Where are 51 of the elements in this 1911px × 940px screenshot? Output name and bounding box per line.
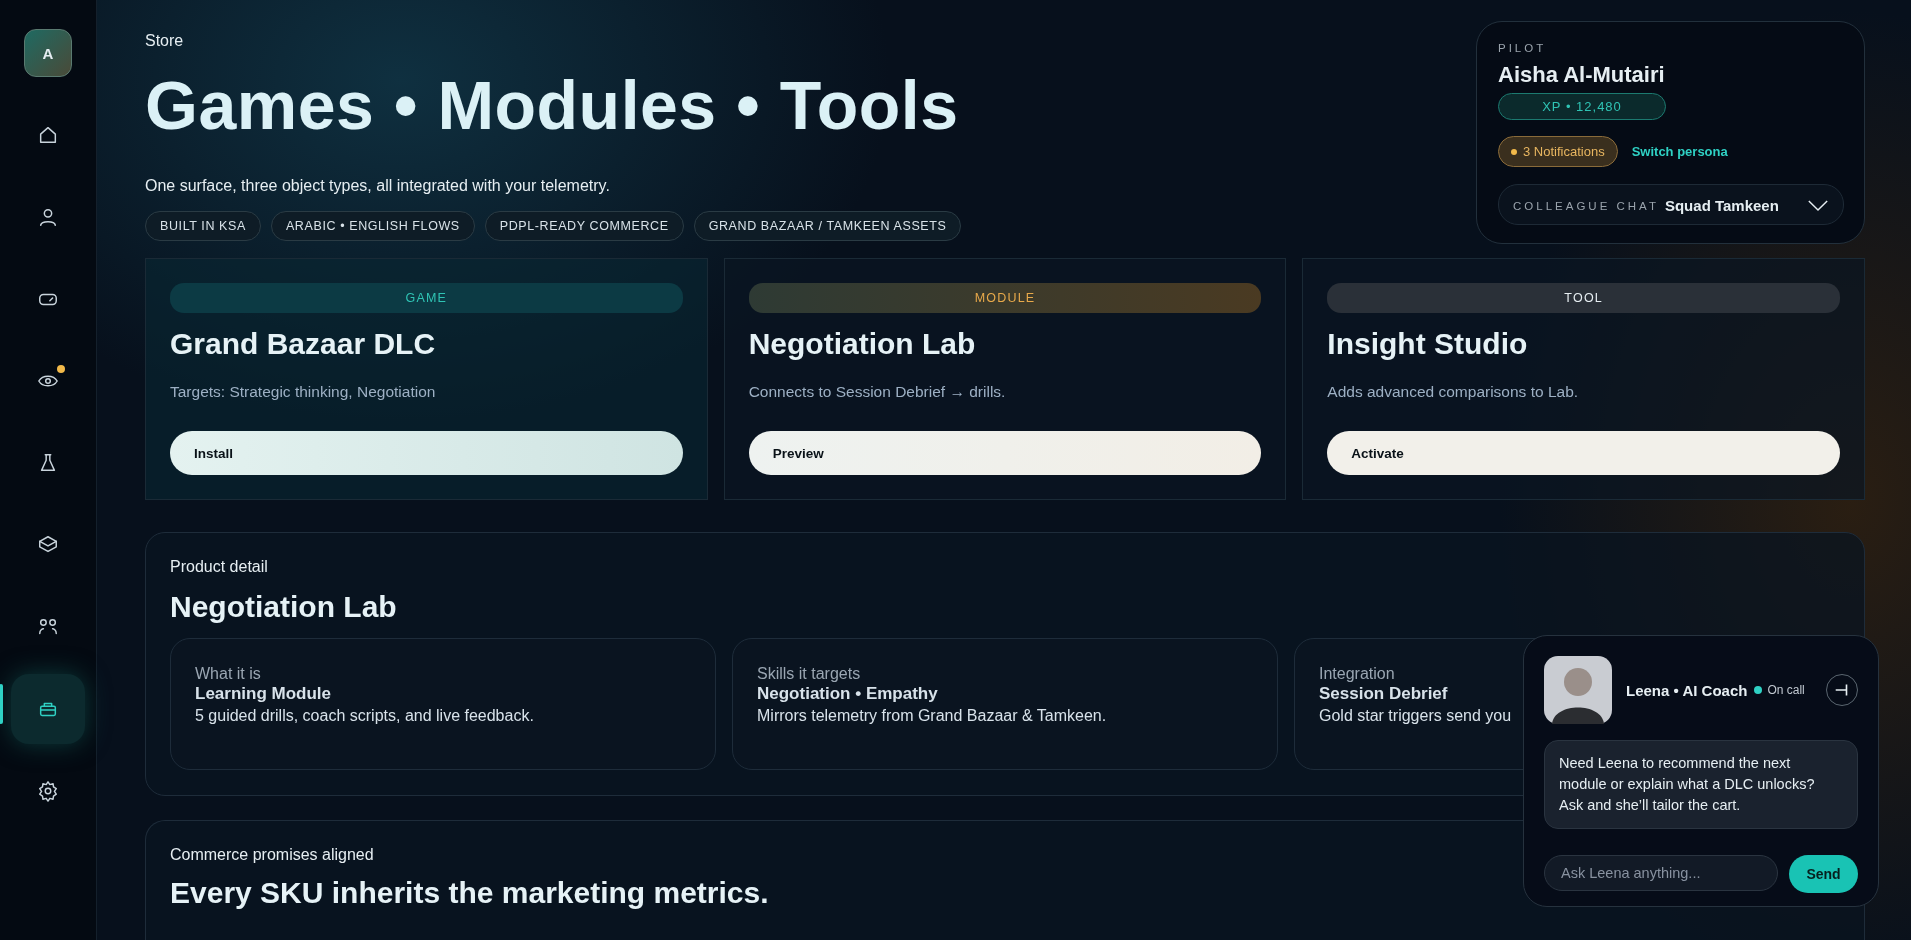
product-description: Connects to Session Debrief → drills.: [748, 383, 1007, 401]
section-title: Negotiation Lab: [170, 590, 398, 624]
fact-label: What it is: [195, 665, 261, 683]
send-button[interactable]: Send: [1789, 855, 1858, 894]
home-icon: [37, 124, 59, 146]
fact-text: Gold star triggers send you: [1319, 707, 1512, 725]
product-type-tag: TOOL: [1327, 283, 1840, 313]
product-description: Adds advanced comparisons to Lab.: [1327, 383, 1580, 401]
coach-name: Leena • AI Coach: [1626, 681, 1748, 699]
fact-value: Learning Module: [195, 684, 331, 704]
product-name: Negotiation Lab: [748, 327, 977, 361]
coach-message: Need Leena to recommend the next module or explain what a DLC unlocks? Ask and she’ll tailor the cart.: [1544, 740, 1858, 830]
product-type-tag: GAME: [170, 283, 683, 313]
person-icon: [37, 206, 59, 228]
fact-label: Skills it targets: [757, 665, 861, 683]
colleague-chat-select[interactable]: COLLEAGUE CHAT Squad Tamkeen: [1498, 184, 1844, 225]
pilot-name: Aisha Al-Mutairi: [1498, 62, 1666, 88]
fact-value: Session Debrief: [1319, 684, 1448, 704]
active-indicator: [0, 684, 3, 724]
product-action-button[interactable]: Install: [170, 431, 683, 475]
fact-text: 5 guided drills, coach scripts, and live feedback.: [195, 707, 534, 725]
notifications-button[interactable]: 3 Notifications: [1498, 136, 1618, 167]
section-eyebrow: Commerce promises aligned: [170, 846, 375, 864]
section-eyebrow: Product detail: [170, 558, 269, 576]
feature-tag: PDPL-READY COMMERCE: [484, 210, 684, 241]
chevron-down-icon: [1807, 199, 1829, 212]
section-title: Every SKU inherits the marketing metrics.: [170, 876, 770, 910]
feature-tag: ARABIC • ENGLISH FLOWS: [270, 210, 475, 241]
fact-text: Mirrors telemetry from Grand Bazaar & Tamkeen.: [757, 707, 1107, 725]
chat-input[interactable]: Ask Leena anything...: [1544, 855, 1778, 892]
page-title: Games • Modules • Tools: [145, 68, 960, 143]
product-description: Targets: Strategic thinking, Negotiation: [170, 383, 437, 401]
coach-avatar: [1544, 656, 1612, 724]
product-type-tag: MODULE: [748, 283, 1262, 313]
fact-value: Negotiation • Empathy: [757, 684, 938, 704]
switch-persona-link[interactable]: Switch persona: [1631, 144, 1728, 159]
page-subtitle: One surface, three object types, all integrated with your telemetry.: [145, 176, 611, 195]
product-name: Insight Studio: [1327, 327, 1529, 361]
breadcrumb: Store: [145, 32, 185, 50]
product-action-button[interactable]: Preview: [748, 431, 1262, 475]
feature-tag: GRAND BAZAAR / TAMKEEN ASSETS: [693, 210, 962, 241]
gear-icon: [37, 780, 59, 802]
status-dot: [1754, 686, 1763, 694]
feature-tag: BUILT IN KSA: [145, 210, 261, 241]
xp-badge: XP • 12,480: [1498, 93, 1666, 120]
pilot-label: PILOT: [1498, 42, 1548, 54]
coach-status: On call: [1767, 683, 1805, 697]
product-action-button[interactable]: Activate: [1327, 431, 1840, 475]
user-avatar[interactable]: A: [24, 29, 72, 77]
fact-label: Integration: [1319, 665, 1395, 683]
product-name: Grand Bazaar DLC: [170, 327, 437, 361]
